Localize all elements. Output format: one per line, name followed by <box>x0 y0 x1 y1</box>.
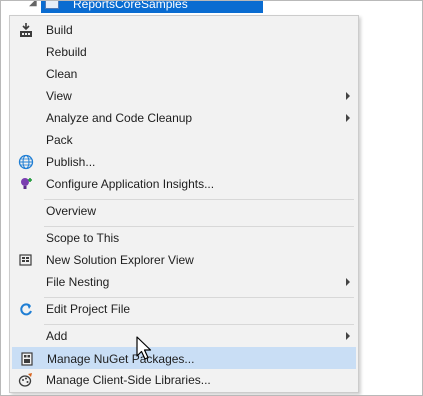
menu-item-add[interactable]: Add <box>12 325 356 347</box>
menu-item-view[interactable]: View <box>12 85 356 107</box>
menu-item-label: Scope to This <box>46 231 120 245</box>
menu-item-label: Analyze and Code Cleanup <box>46 111 193 125</box>
menu-item-edit-project-file[interactable]: Edit Project File <box>12 298 356 320</box>
menu-item-label: Publish... <box>46 155 96 169</box>
menu-item-build[interactable]: Build <box>12 19 356 41</box>
submenu-arrow-icon <box>346 92 350 100</box>
menu-item-label: Build <box>46 23 73 37</box>
build-icon <box>18 22 34 38</box>
menu-item-label: Manage NuGet Packages... <box>47 352 195 366</box>
menu-item-label: Manage Client-Side Libraries... <box>46 373 211 387</box>
submenu-arrow-icon <box>346 278 350 286</box>
globe-icon <box>18 154 34 170</box>
menu-item-publish[interactable]: Publish... <box>12 151 356 173</box>
menu-item-new-solution-explorer-view[interactable]: New Solution Explorer View <box>12 249 356 271</box>
menu-item-label: Pack <box>46 133 73 147</box>
menu-item-label: Add <box>46 329 68 343</box>
solution-explorer-tree: ◢ ReportsCoreSamples <box>1 1 422 13</box>
menu-item-label: Configure Application Insights... <box>46 177 215 191</box>
nuget-package-icon <box>19 351 35 367</box>
menu-item-label: Clean <box>46 67 78 81</box>
edit-arrow-icon <box>18 301 34 317</box>
menu-item-overview[interactable]: Overview <box>12 200 356 222</box>
menu-item-label: File Nesting <box>46 275 110 289</box>
window-icon <box>18 252 34 268</box>
menu-item-rebuild[interactable]: Rebuild <box>12 41 356 63</box>
submenu-arrow-icon <box>346 332 350 340</box>
menu-item-label: Edit Project File <box>46 302 131 316</box>
menu-item-manage-client-side-libraries[interactable]: Manage Client-Side Libraries... <box>12 369 356 391</box>
menu-item-label: Overview <box>46 204 97 218</box>
tree-selected-project-row[interactable]: ReportsCoreSamples <box>41 1 263 13</box>
context-menu: Build Rebuild Clean View Analyze and Cod… <box>9 15 359 393</box>
screen: ◢ ReportsCoreSamples Build Rebuild Clean… <box>0 0 423 396</box>
tree-selected-project-label: ReportsCoreSamples <box>73 1 188 11</box>
menu-item-label: New Solution Explorer View <box>46 253 194 267</box>
submenu-arrow-icon <box>346 114 350 122</box>
menu-item-configure-app-insights[interactable]: Configure Application Insights... <box>12 173 356 195</box>
menu-item-label: View <box>46 89 72 103</box>
client-libraries-icon <box>18 372 34 388</box>
project-icon <box>45 1 59 9</box>
mouse-pointer-icon <box>135 336 155 362</box>
menu-item-pack[interactable]: Pack <box>12 129 356 151</box>
menu-item-scope-to-this[interactable]: Scope to This <box>12 227 356 249</box>
tree-expand-arrow-icon[interactable]: ◢ <box>29 1 37 8</box>
menu-item-file-nesting[interactable]: File Nesting <box>12 271 356 293</box>
menu-item-analyze-code-cleanup[interactable]: Analyze and Code Cleanup <box>12 107 356 129</box>
lightbulb-icon <box>18 176 34 192</box>
menu-item-manage-nuget-packages[interactable]: Manage NuGet Packages... <box>12 347 356 369</box>
menu-item-label: Rebuild <box>46 45 87 59</box>
menu-item-clean[interactable]: Clean <box>12 63 356 85</box>
